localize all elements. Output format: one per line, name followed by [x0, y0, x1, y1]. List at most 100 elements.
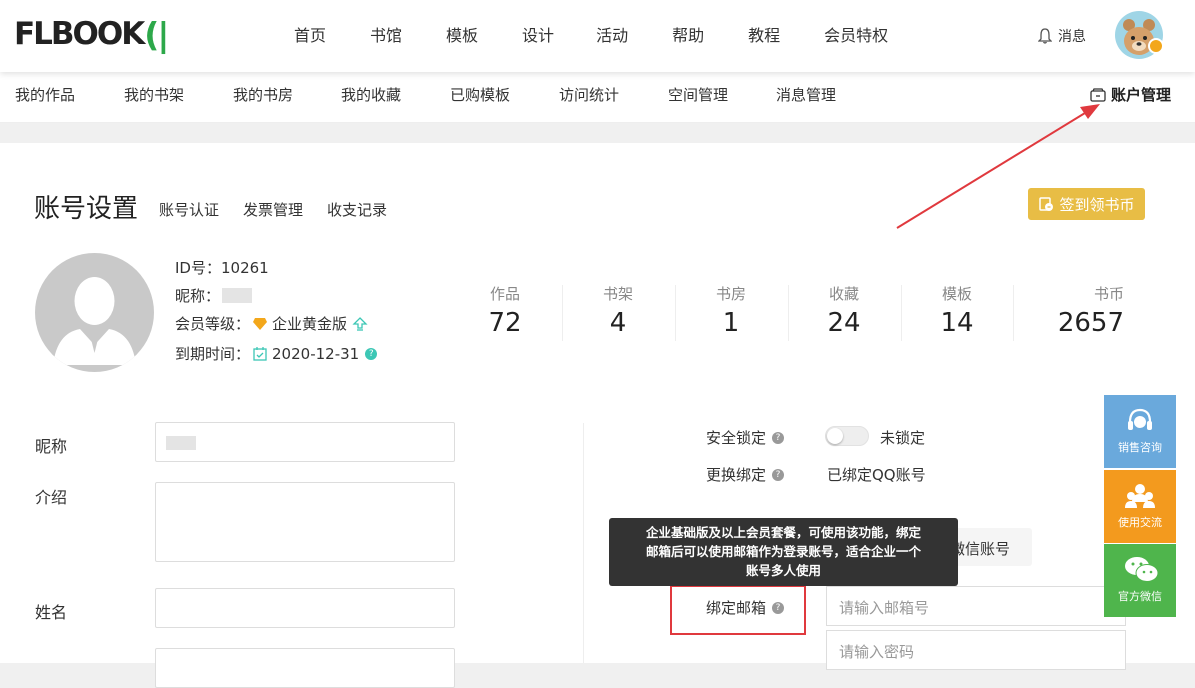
name-field-label: 姓名: [35, 603, 68, 622]
id-label: ID号：: [175, 259, 221, 277]
stat-shelf[interactable]: 书架 4: [563, 283, 673, 338]
wechat-label: 官方微信: [1118, 590, 1162, 603]
lock-label: 安全锁定: [706, 429, 767, 447]
tooltip-line: 账号多人使用: [745, 563, 821, 578]
nav-vip[interactable]: 会员特权: [824, 22, 888, 46]
profile-nickname: 昵称：: [175, 285, 253, 306]
wechat-icon: [1125, 557, 1159, 582]
nav-library[interactable]: 书馆: [370, 22, 402, 46]
nav-templates[interactable]: 模板: [446, 22, 478, 46]
password-placeholder: 请输入密码: [839, 643, 915, 661]
lock-help-icon[interactable]: ?: [772, 431, 785, 444]
tab-account-verification[interactable]: 账号认证: [159, 199, 219, 220]
security-lock-label: 安全锁定 ?: [706, 427, 785, 448]
calendar-icon: [253, 346, 267, 361]
subnav-visit-stats[interactable]: 访问统计: [559, 84, 619, 105]
vip-badge-icon: [1148, 38, 1164, 54]
official-wechat-button[interactable]: 官方微信: [1104, 544, 1176, 617]
account-box-icon: [1090, 87, 1106, 102]
stat-value: 2657: [1057, 308, 1124, 338]
nickname-field-label: 昵称: [35, 437, 68, 456]
form-divider: [583, 423, 584, 663]
profile-level: 会员等级： 企业黄金版: [175, 313, 368, 334]
lock-state: 未锁定: [880, 429, 926, 447]
stat-label: 书架: [602, 285, 633, 303]
expiry-value: 2020-12-31: [272, 344, 360, 363]
email-input[interactable]: 请输入邮箱号: [826, 586, 1126, 626]
tab-invoice-management[interactable]: 发票管理: [243, 199, 303, 220]
nickname-redacted: [222, 288, 253, 303]
checkin-button[interactable]: 签到领书币: [1028, 188, 1145, 220]
subnav-my-shelf[interactable]: 我的书架: [124, 84, 184, 105]
profile-id: ID号： 10261: [175, 257, 269, 278]
nickname-label: 昵称：: [175, 287, 221, 305]
nav-home[interactable]: 首页: [294, 22, 326, 46]
default-person-icon: [53, 277, 136, 365]
nickname-input[interactable]: [155, 422, 455, 462]
community-button[interactable]: 使用交流: [1104, 470, 1176, 543]
intro-textarea[interactable]: [155, 482, 455, 562]
bell-icon: [1038, 28, 1052, 44]
subnav-purchased-templates[interactable]: 已购模板: [450, 84, 510, 105]
expiry-help-icon[interactable]: ?: [365, 347, 378, 360]
rebind-help-icon[interactable]: ?: [772, 468, 785, 481]
nav-events[interactable]: 活动: [596, 22, 628, 46]
name-input[interactable]: [155, 588, 455, 628]
intro-field-label: 介绍: [35, 488, 68, 507]
upgrade-icon[interactable]: [352, 316, 368, 332]
profile-expiry: 到期时间： 2020-12-31 ?: [175, 343, 378, 364]
subnav-space-management[interactable]: 空间管理: [668, 84, 728, 105]
rebind-value: 已绑定QQ账号: [827, 466, 926, 484]
stat-coins[interactable]: 书币 2657: [1044, 283, 1124, 338]
top-bar: FLBOOK (| 首页 书馆 模板 设计 活动 帮助 教程 会员特权 消息: [0, 0, 1195, 72]
subnav-message-management[interactable]: 消息管理: [776, 84, 836, 105]
stat-favorites[interactable]: 收藏 24: [789, 283, 899, 338]
rebind-label: 更换绑定: [706, 466, 767, 484]
stat-value: 14: [940, 308, 974, 338]
level-value: 企业黄金版: [272, 315, 348, 333]
sales-label: 销售咨询: [1118, 441, 1162, 454]
coin-icon: [1039, 197, 1054, 211]
nav-help[interactable]: 帮助: [672, 22, 704, 46]
logo-text: FLBOOK: [14, 16, 145, 52]
logo-bracket-icon: (|: [144, 14, 169, 54]
stat-study[interactable]: 书房 1: [676, 283, 786, 338]
email-placeholder: 请输入邮箱号: [839, 599, 930, 617]
messages-link[interactable]: 消息: [1038, 26, 1086, 46]
stat-label: 书币: [1093, 285, 1124, 303]
subnav-my-favorites[interactable]: 我的收藏: [341, 84, 401, 105]
tab-transaction-records[interactable]: 收支记录: [327, 199, 387, 220]
account-management-link[interactable]: 账户管理: [1090, 84, 1171, 105]
main-nav: 首页 书馆 模板 设计 活动 帮助 教程 会员特权: [294, 22, 932, 46]
diamond-icon: [253, 317, 268, 330]
nav-tutorials[interactable]: 教程: [748, 22, 780, 46]
level-label: 会员等级：: [175, 315, 251, 333]
stat-templates[interactable]: 模板 14: [902, 283, 1012, 338]
stat-label: 收藏: [828, 285, 859, 303]
sales-consult-button[interactable]: 销售咨询: [1104, 395, 1176, 468]
subnav-my-study[interactable]: 我的书房: [233, 84, 293, 105]
id-value: 10261: [220, 258, 269, 277]
password-input[interactable]: 请输入密码: [826, 630, 1126, 670]
profile-avatar[interactable]: [35, 253, 154, 372]
checkin-label: 签到领书币: [1059, 195, 1135, 214]
stat-label: 作品: [489, 285, 520, 303]
nav-design[interactable]: 设计: [522, 22, 554, 46]
account-management-label: 账户管理: [1111, 86, 1172, 104]
security-lock-toggle[interactable]: [825, 426, 869, 446]
sub-nav: 我的作品 我的书架 我的书房 我的收藏 已购模板 访问统计 空间管理 消息管理 …: [0, 72, 1195, 123]
stat-value: 72: [488, 308, 522, 338]
subnav-my-works[interactable]: 我的作品: [15, 84, 75, 105]
next-input[interactable]: [155, 648, 455, 688]
stat-label: 模板: [941, 285, 972, 303]
flbook-logo[interactable]: FLBOOK (|: [14, 14, 169, 54]
account-settings-panel: 账号设置 账号认证 发票管理 收支记录 签到领书币 ID号： 10261 昵称：…: [0, 143, 1195, 688]
email-highlight-box: [670, 585, 806, 635]
stat-works[interactable]: 作品 72: [450, 283, 560, 338]
tooltip-line: 邮箱后可以使用邮箱作为登录账号，适合企业一个: [645, 544, 921, 559]
messages-label: 消息: [1058, 29, 1086, 45]
headset-icon: [1128, 408, 1152, 430]
expiry-label: 到期时间：: [175, 345, 251, 363]
stat-divider: [1013, 285, 1014, 341]
stat-value: 24: [827, 308, 861, 338]
